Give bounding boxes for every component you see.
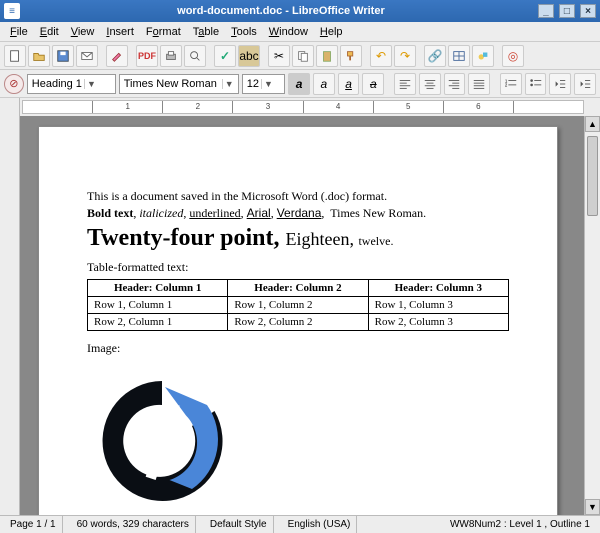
spellcheck-button[interactable]: ✓ [214, 45, 236, 67]
italic-button[interactable]: a [313, 73, 335, 95]
numbered-list-button[interactable]: 12 [500, 73, 522, 95]
bold-button[interactable]: a [288, 73, 310, 95]
horizontal-ruler[interactable]: 1 2 3 4 5 6 [22, 100, 584, 114]
document-table: Header: Column 1 Header: Column 2 Header… [87, 279, 509, 331]
minimize-button[interactable]: _ [538, 4, 554, 18]
standard-toolbar: PDF ✓ abc ✂ ↶ ↷ 🔗 ◎ [0, 42, 600, 70]
font-name-combo[interactable]: Times New Roman ▼ [119, 74, 239, 94]
open-button[interactable] [28, 45, 50, 67]
document-image [87, 366, 237, 515]
insert-table-button[interactable] [448, 45, 470, 67]
document-page[interactable]: This is a document saved in the Microsof… [38, 126, 558, 515]
work-area: This is a document saved in the Microsof… [0, 116, 600, 515]
title-bar: ≡ word-document.doc - LibreOffice Writer… [0, 0, 600, 22]
paste-button[interactable] [316, 45, 338, 67]
window-controls: _ □ × [536, 4, 596, 18]
doc-image-caption: Image: [87, 341, 509, 356]
font-size-value: 12 [247, 78, 259, 90]
align-center-button[interactable] [419, 73, 441, 95]
table-header: Header: Column 3 [368, 280, 508, 297]
menu-edit[interactable]: Edit [34, 24, 65, 40]
hyperlink-button[interactable]: 🔗 [424, 45, 446, 67]
table-header-row: Header: Column 1 Header: Column 2 Header… [88, 280, 509, 297]
paragraph-style-combo[interactable]: Heading 1 ▼ [27, 74, 116, 94]
redo-button[interactable]: ↷ [394, 45, 416, 67]
export-pdf-button[interactable]: PDF [136, 45, 158, 67]
formatting-toolbar: ⊘ Heading 1 ▼ Times New Roman ▼ 12 ▼ a a… [0, 70, 600, 98]
strikethrough-button[interactable]: a [362, 73, 384, 95]
menu-format[interactable]: Format [140, 24, 187, 40]
decrease-indent-button[interactable] [549, 73, 571, 95]
chevron-down-icon[interactable]: ▼ [222, 79, 236, 89]
menu-file[interactable]: FFileile [4, 24, 34, 40]
table-row: Row 2, Column 1 Row 2, Column 2 Row 2, C… [88, 314, 509, 331]
menu-insert[interactable]: Insert [100, 24, 140, 40]
vertical-scrollbar[interactable]: ▲ ▼ [584, 116, 600, 515]
status-bar: Page 1 / 1 60 words, 329 characters Defa… [0, 515, 600, 533]
menu-view[interactable]: View [65, 24, 101, 40]
status-words[interactable]: 60 words, 329 characters [71, 516, 196, 533]
menu-help[interactable]: Help [314, 24, 349, 40]
increase-indent-button[interactable] [574, 73, 596, 95]
menu-window[interactable]: Window [263, 24, 314, 40]
align-left-button[interactable] [394, 73, 416, 95]
edit-mode-button[interactable] [106, 45, 128, 67]
doc-sizes-line: Twenty-four point, Eighteen, twelve. [87, 225, 509, 252]
nav-prev-button[interactable]: ⊘ [4, 74, 24, 94]
scroll-track[interactable] [585, 132, 600, 499]
svg-text:2: 2 [505, 82, 508, 87]
copy-button[interactable] [292, 45, 314, 67]
document-scroll[interactable]: This is a document saved in the Microsof… [20, 116, 584, 515]
maximize-button[interactable]: □ [559, 4, 575, 18]
bullet-list-button[interactable] [525, 73, 547, 95]
status-outline[interactable]: WW8Num2 : Level 1 , Outline 1 [444, 516, 596, 533]
menu-table[interactable]: Table [187, 24, 225, 40]
align-justify-button[interactable] [468, 73, 490, 95]
window-title: word-document.doc - LibreOffice Writer [26, 5, 536, 17]
status-language[interactable]: English (USA) [282, 516, 358, 533]
print-button[interactable] [160, 45, 182, 67]
navigator-button[interactable]: ◎ [502, 45, 524, 67]
chevron-down-icon[interactable]: ▼ [84, 79, 98, 89]
menu-bar: FFileile Edit View Insert Format Table T… [0, 22, 600, 42]
align-right-button[interactable] [444, 73, 466, 95]
underline-button[interactable]: a [338, 73, 360, 95]
status-page[interactable]: Page 1 / 1 [4, 516, 63, 533]
auto-spellcheck-button[interactable]: abc [238, 45, 260, 67]
doc-intro: This is a document saved in the Microsof… [87, 189, 509, 204]
table-header: Header: Column 2 [228, 280, 368, 297]
email-button[interactable] [76, 45, 98, 67]
show-draw-button[interactable] [472, 45, 494, 67]
paragraph-style-value: Heading 1 [32, 78, 82, 90]
clone-formatting-button[interactable] [340, 45, 362, 67]
save-button[interactable] [52, 45, 74, 67]
menu-tools[interactable]: Tools [225, 24, 263, 40]
chevron-down-icon[interactable]: ▼ [261, 79, 275, 89]
table-row: Row 1, Column 1 Row 1, Column 2 Row 1, C… [88, 297, 509, 314]
font-name-value: Times New Roman [124, 78, 220, 90]
doc-table-caption: Table-formatted text: [87, 260, 509, 275]
status-style[interactable]: Default Style [204, 516, 274, 533]
table-header: Header: Column 1 [88, 280, 228, 297]
print-preview-button[interactable] [184, 45, 206, 67]
horizontal-ruler-area: 1 2 3 4 5 6 [0, 98, 600, 116]
vertical-ruler[interactable] [0, 116, 20, 515]
scroll-up-button[interactable]: ▲ [585, 116, 600, 132]
doc-formats-line: Bold text, italicized, underlined, Arial… [87, 206, 509, 221]
close-button[interactable]: × [580, 4, 596, 18]
new-document-button[interactable] [4, 45, 26, 67]
scroll-thumb[interactable] [587, 136, 598, 216]
cut-button[interactable]: ✂ [268, 45, 290, 67]
undo-button[interactable]: ↶ [370, 45, 392, 67]
font-size-combo[interactable]: 12 ▼ [242, 74, 286, 94]
scroll-down-button[interactable]: ▼ [585, 499, 600, 515]
app-icon: ≡ [4, 3, 20, 19]
